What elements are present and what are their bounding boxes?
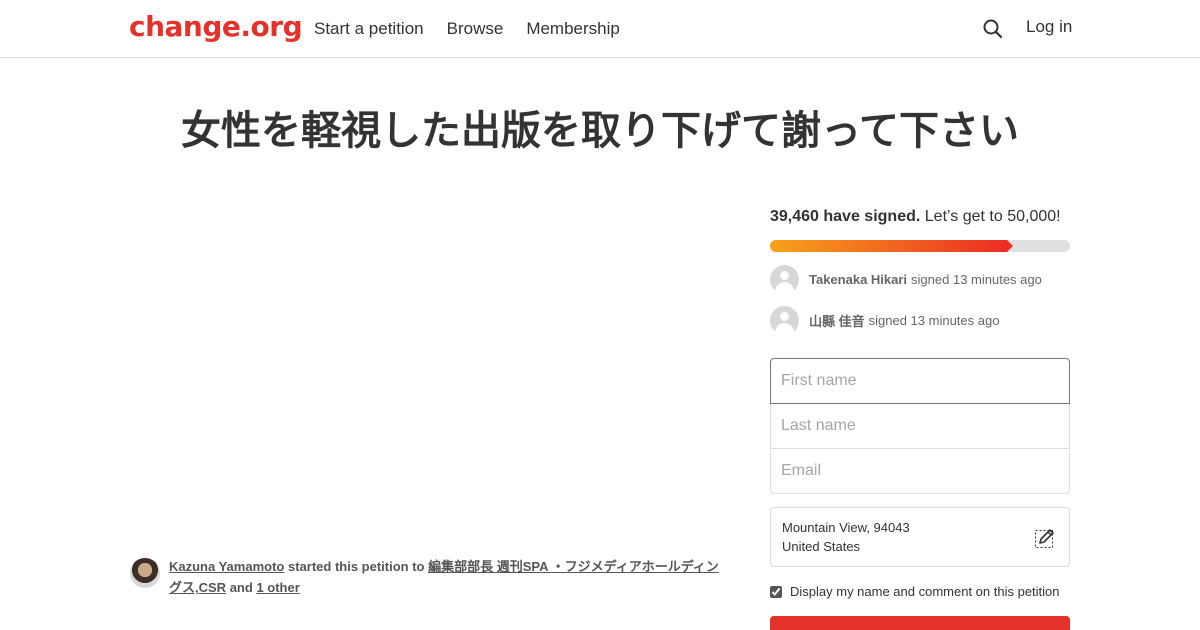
progress-arrow-tip: [1007, 240, 1013, 252]
other-decision-maker-link[interactable]: 1 other: [256, 580, 299, 595]
signature-goal-text: Let’s get to 50,000!: [924, 208, 1061, 225]
nav-membership[interactable]: Membership: [526, 19, 620, 39]
nav-browse[interactable]: Browse: [447, 19, 504, 39]
search-icon[interactable]: [982, 18, 1004, 40]
edit-icon[interactable]: [1034, 527, 1056, 549]
starter-text: Kazuna Yamamoto started this petition to…: [169, 556, 719, 598]
signature-progress-bar: [770, 240, 1070, 252]
signer-time: signed 13 minutes ago: [911, 272, 1042, 287]
started-text: started this petition to: [287, 559, 425, 574]
signer-name: 山縣 佳音: [809, 314, 865, 329]
default-avatar-icon: [770, 306, 799, 335]
display-name-checkbox[interactable]: [770, 585, 782, 598]
first-name-input[interactable]: [771, 359, 1069, 403]
email-input[interactable]: [771, 449, 1069, 493]
display-name-checkbox-row[interactable]: Display my name and comment on this peti…: [770, 584, 1060, 599]
signature-count: 39,460 have signed. Let’s get to 50,000!: [770, 208, 1061, 226]
location-box[interactable]: Mountain View, 94043 United States: [770, 507, 1070, 567]
top-navigation-bar: change.org Start a petition Browse Membe…: [0, 0, 1200, 58]
recent-signer: 山縣 佳音 signed 13 minutes ago: [770, 306, 999, 335]
location-country: United States: [782, 539, 861, 554]
sign-petition-button[interactable]: [770, 616, 1070, 630]
login-link[interactable]: Log in: [1026, 17, 1072, 37]
signer-time: signed 13 minutes ago: [868, 313, 1000, 328]
last-name-input[interactable]: [771, 404, 1069, 448]
location-city: Mountain View, 94043: [782, 520, 910, 535]
change-org-logo[interactable]: change.org: [129, 10, 303, 43]
email-field-container: [770, 448, 1070, 494]
nav-start-petition[interactable]: Start a petition: [314, 19, 424, 39]
progress-fill: [770, 240, 1007, 252]
sign-petition-form: [770, 358, 1070, 494]
signed-count-text: 39,460 have signed.: [770, 208, 921, 225]
first-name-field-container: [770, 358, 1070, 404]
main-nav: Start a petition Browse Membership: [314, 19, 620, 39]
last-name-field-container: [770, 403, 1070, 449]
and-text: and: [229, 580, 253, 595]
starter-name-link[interactable]: Kazuna Yamamoto: [169, 559, 284, 574]
recent-signer: Takenaka Hikari signed 13 minutes ago: [770, 265, 1042, 294]
signer-name: Takenaka Hikari: [809, 272, 908, 287]
petition-title: 女性を軽視した出版を取り下げて謝って下さい: [181, 108, 1019, 154]
starter-avatar[interactable]: [130, 558, 160, 588]
display-name-checkbox-label: Display my name and comment on this peti…: [790, 584, 1060, 599]
default-avatar-icon: [770, 265, 799, 294]
